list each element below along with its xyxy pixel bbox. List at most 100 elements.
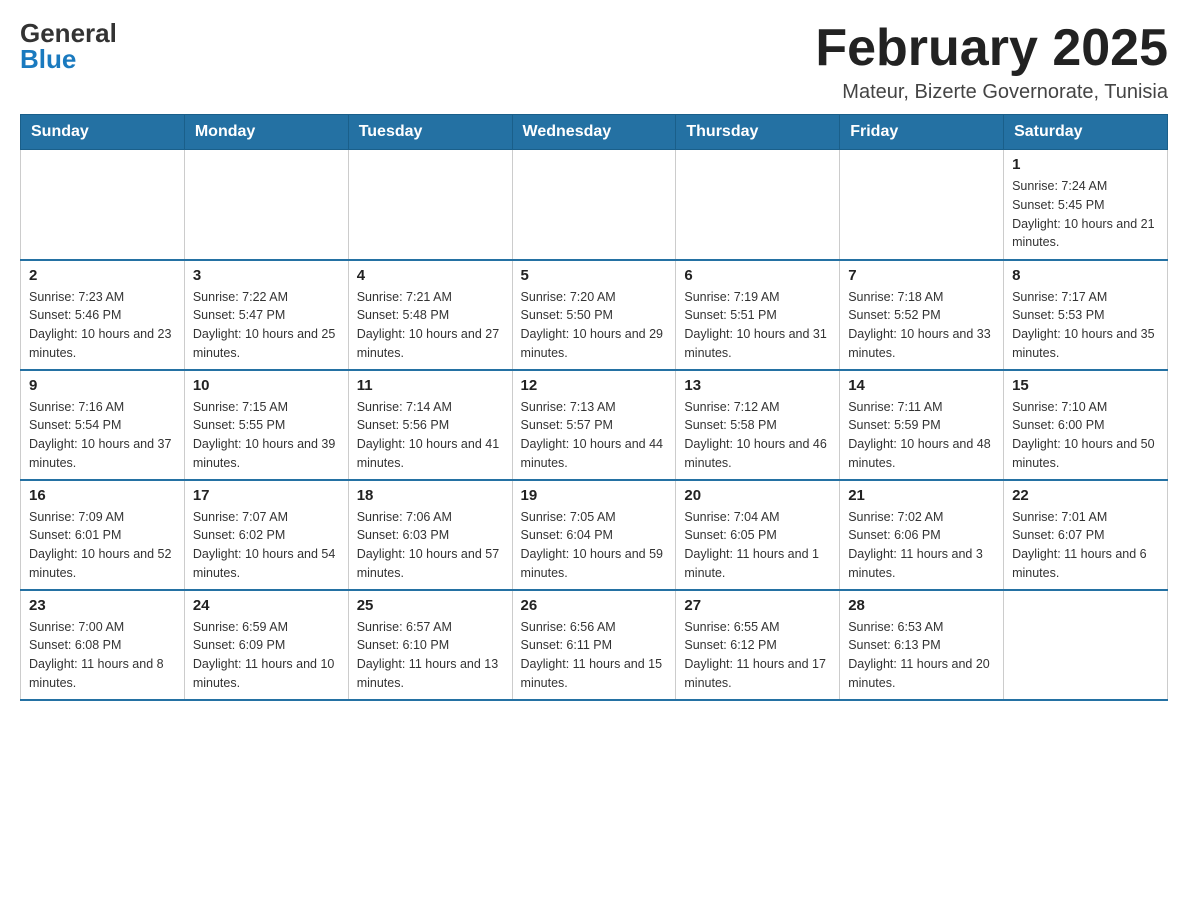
day-info: Sunrise: 7:17 AMSunset: 5:53 PMDaylight:… — [1012, 288, 1159, 363]
calendar-cell: 28 Sunrise: 6:53 AMSunset: 6:13 PMDayligh… — [840, 590, 1004, 700]
day-info: Sunrise: 7:18 AMSunset: 5:52 PMDaylight:… — [848, 288, 995, 363]
calendar-cell: 11 Sunrise: 7:14 AMSunset: 5:56 PMDayligh… — [348, 370, 512, 480]
logo-general-text: General — [20, 20, 117, 46]
day-info: Sunrise: 7:19 AMSunset: 5:51 PMDaylight:… — [684, 288, 831, 363]
day-number: 23 — [29, 597, 176, 614]
calendar-cell: 20 Sunrise: 7:04 AMSunset: 6:05 PMDayligh… — [676, 480, 840, 590]
calendar-cell: 5 Sunrise: 7:20 AMSunset: 5:50 PMDaylight… — [512, 260, 676, 370]
header-friday: Friday — [840, 115, 1004, 150]
calendar-cell — [348, 150, 512, 260]
calendar-cell — [21, 150, 185, 260]
header-thursday: Thursday — [676, 115, 840, 150]
calendar-cell — [676, 150, 840, 260]
day-info: Sunrise: 7:15 AMSunset: 5:55 PMDaylight:… — [193, 398, 340, 473]
calendar-cell — [184, 150, 348, 260]
day-number: 12 — [521, 377, 668, 394]
calendar-cell: 2 Sunrise: 7:23 AMSunset: 5:46 PMDaylight… — [21, 260, 185, 370]
day-number: 21 — [848, 487, 995, 504]
calendar-cell: 15 Sunrise: 7:10 AMSunset: 6:00 PMDayligh… — [1004, 370, 1168, 480]
day-info: Sunrise: 7:04 AMSunset: 6:05 PMDaylight:… — [684, 508, 831, 583]
day-info: Sunrise: 7:05 AMSunset: 6:04 PMDaylight:… — [521, 508, 668, 583]
calendar-cell: 18 Sunrise: 7:06 AMSunset: 6:03 PMDayligh… — [348, 480, 512, 590]
day-info: Sunrise: 7:09 AMSunset: 6:01 PMDaylight:… — [29, 508, 176, 583]
day-number: 20 — [684, 487, 831, 504]
calendar-week-2: 2 Sunrise: 7:23 AMSunset: 5:46 PMDaylight… — [21, 260, 1168, 370]
logo-blue-text: Blue — [20, 46, 117, 72]
day-info: Sunrise: 7:20 AMSunset: 5:50 PMDaylight:… — [521, 288, 668, 363]
day-number: 5 — [521, 267, 668, 284]
header-monday: Monday — [184, 115, 348, 150]
day-info: Sunrise: 7:00 AMSunset: 6:08 PMDaylight:… — [29, 618, 176, 693]
calendar-cell: 13Sunrise: 7:12 AMSunset: 5:58 PMDayligh… — [676, 370, 840, 480]
calendar-week-3: 9 Sunrise: 7:16 AMSunset: 5:54 PMDaylight… — [21, 370, 1168, 480]
day-info: Sunrise: 7:16 AMSunset: 5:54 PMDaylight:… — [29, 398, 176, 473]
day-info: Sunrise: 7:11 AMSunset: 5:59 PMDaylight:… — [848, 398, 995, 473]
calendar-table: Sunday Monday Tuesday Wednesday Thursday… — [20, 114, 1168, 701]
day-info: Sunrise: 7:14 AMSunset: 5:56 PMDaylight:… — [357, 398, 504, 473]
header-wednesday: Wednesday — [512, 115, 676, 150]
day-info: Sunrise: 6:55 AMSunset: 6:12 PMDaylight:… — [684, 618, 831, 693]
day-info: Sunrise: 7:21 AMSunset: 5:48 PMDaylight:… — [357, 288, 504, 363]
calendar-cell — [840, 150, 1004, 260]
title-block: February 2025 Mateur, Bizerte Governorat… — [815, 20, 1168, 104]
day-info: Sunrise: 6:53 AMSunset: 6:13 PMDaylight:… — [848, 618, 995, 693]
calendar-cell: 9 Sunrise: 7:16 AMSunset: 5:54 PMDaylight… — [21, 370, 185, 480]
day-number: 27 — [684, 597, 831, 614]
day-number: 14 — [848, 377, 995, 394]
day-number: 24 — [193, 597, 340, 614]
calendar-cell: 6 Sunrise: 7:19 AMSunset: 5:51 PMDaylight… — [676, 260, 840, 370]
header-sunday: Sunday — [21, 115, 185, 150]
day-number: 22 — [1012, 487, 1159, 504]
calendar-cell: 26 Sunrise: 6:56 AMSunset: 6:11 PMDayligh… — [512, 590, 676, 700]
day-info: Sunrise: 7:06 AMSunset: 6:03 PMDaylight:… — [357, 508, 504, 583]
calendar-header-row: Sunday Monday Tuesday Wednesday Thursday… — [21, 115, 1168, 150]
day-info: Sunrise: 7:23 AMSunset: 5:46 PMDaylight:… — [29, 288, 176, 363]
day-number: 6 — [684, 267, 831, 284]
calendar-cell: 23 Sunrise: 7:00 AMSunset: 6:08 PMDayligh… — [21, 590, 185, 700]
day-number: 1 — [1012, 156, 1159, 173]
day-info: Sunrise: 7:24 AMSunset: 5:45 PMDaylight:… — [1012, 177, 1159, 252]
calendar-cell: 27 Sunrise: 6:55 AMSunset: 6:12 PMDayligh… — [676, 590, 840, 700]
month-title: February 2025 — [815, 20, 1168, 77]
calendar-week-5: 23 Sunrise: 7:00 AMSunset: 6:08 PMDayligh… — [21, 590, 1168, 700]
location-text: Mateur, Bizerte Governorate, Tunisia — [815, 81, 1168, 104]
day-number: 19 — [521, 487, 668, 504]
calendar-cell: 17 Sunrise: 7:07 AMSunset: 6:02 PMDayligh… — [184, 480, 348, 590]
day-number: 2 — [29, 267, 176, 284]
header-saturday: Saturday — [1004, 115, 1168, 150]
day-info: Sunrise: 7:07 AMSunset: 6:02 PMDaylight:… — [193, 508, 340, 583]
day-number: 9 — [29, 377, 176, 394]
calendar-cell: 22Sunrise: 7:01 AMSunset: 6:07 PMDayligh… — [1004, 480, 1168, 590]
calendar-cell: 12 Sunrise: 7:13 AMSunset: 5:57 PMDayligh… — [512, 370, 676, 480]
calendar-cell: 8Sunrise: 7:17 AMSunset: 5:53 PMDaylight… — [1004, 260, 1168, 370]
day-number: 18 — [357, 487, 504, 504]
day-info: Sunrise: 6:56 AMSunset: 6:11 PMDaylight:… — [521, 618, 668, 693]
day-number: 28 — [848, 597, 995, 614]
calendar-cell: 25 Sunrise: 6:57 AMSunset: 6:10 PMDayligh… — [348, 590, 512, 700]
calendar-cell: 1 Sunrise: 7:24 AMSunset: 5:45 PMDaylight… — [1004, 150, 1168, 260]
day-info: Sunrise: 7:22 AMSunset: 5:47 PMDaylight:… — [193, 288, 340, 363]
day-number: 26 — [521, 597, 668, 614]
calendar-cell: 7Sunrise: 7:18 AMSunset: 5:52 PMDaylight… — [840, 260, 1004, 370]
day-number: 16 — [29, 487, 176, 504]
calendar-cell: 14 Sunrise: 7:11 AMSunset: 5:59 PMDayligh… — [840, 370, 1004, 480]
header-tuesday: Tuesday — [348, 115, 512, 150]
day-info: Sunrise: 6:57 AMSunset: 6:10 PMDaylight:… — [357, 618, 504, 693]
day-number: 3 — [193, 267, 340, 284]
calendar-cell: 16 Sunrise: 7:09 AMSunset: 6:01 PMDayligh… — [21, 480, 185, 590]
calendar-cell: 19 Sunrise: 7:05 AMSunset: 6:04 PMDayligh… — [512, 480, 676, 590]
day-number: 15 — [1012, 377, 1159, 394]
calendar-cell — [512, 150, 676, 260]
calendar-cell: 21 Sunrise: 7:02 AMSunset: 6:06 PMDayligh… — [840, 480, 1004, 590]
day-number: 4 — [357, 267, 504, 284]
day-number: 25 — [357, 597, 504, 614]
logo: General Blue — [20, 20, 117, 72]
day-info: Sunrise: 7:10 AMSunset: 6:00 PMDaylight:… — [1012, 398, 1159, 473]
calendar-week-1: 1 Sunrise: 7:24 AMSunset: 5:45 PMDaylight… — [21, 150, 1168, 260]
calendar-cell: 24Sunrise: 6:59 AMSunset: 6:09 PMDayligh… — [184, 590, 348, 700]
calendar-cell: 4 Sunrise: 7:21 AMSunset: 5:48 PMDaylight… — [348, 260, 512, 370]
day-number: 11 — [357, 377, 504, 394]
day-number: 17 — [193, 487, 340, 504]
day-info: Sunrise: 7:13 AMSunset: 5:57 PMDaylight:… — [521, 398, 668, 473]
day-info: Sunrise: 7:02 AMSunset: 6:06 PMDaylight:… — [848, 508, 995, 583]
